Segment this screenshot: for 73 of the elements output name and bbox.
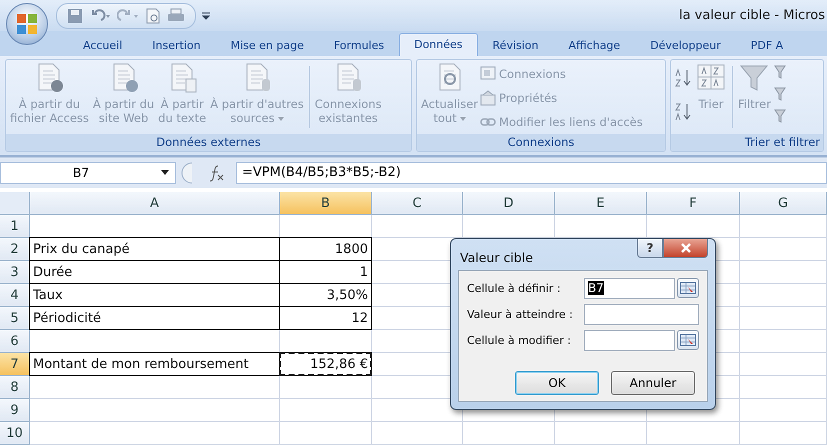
ribbon-tab[interactable]: Insertion bbox=[137, 34, 216, 56]
input-field[interactable] bbox=[584, 330, 676, 350]
dialog-button[interactable]: OK bbox=[515, 371, 599, 395]
column-header[interactable]: A bbox=[30, 192, 280, 215]
clear-filter-icon[interactable] bbox=[772, 64, 787, 80]
group-label: Trier et filtrer bbox=[671, 134, 823, 151]
group-label: Données externes bbox=[6, 134, 411, 151]
ribbon-tab[interactable]: Mise en page bbox=[216, 34, 319, 56]
field-label: Valeur à atteindre : bbox=[467, 308, 574, 320]
column-header[interactable]: E bbox=[555, 192, 647, 215]
row-header[interactable]: 5 bbox=[0, 307, 30, 330]
column-header[interactable]: B bbox=[280, 192, 372, 215]
collapse-dialog-button[interactable] bbox=[677, 278, 700, 298]
column-header[interactable]: G bbox=[740, 192, 827, 215]
save-icon[interactable] bbox=[67, 8, 83, 24]
office-logo-icon bbox=[16, 13, 38, 35]
input-field[interactable]: B7 bbox=[584, 278, 676, 298]
row-header[interactable]: 10 bbox=[0, 422, 30, 445]
undo-icon[interactable] bbox=[89, 8, 111, 24]
connections-icon bbox=[480, 66, 496, 82]
column-header[interactable]: F bbox=[647, 192, 740, 215]
printer-icon[interactable] bbox=[167, 8, 185, 24]
properties-icon bbox=[480, 90, 496, 106]
row-header[interactable]: 4 bbox=[0, 284, 30, 307]
range-select-icon bbox=[680, 334, 696, 346]
collapse-dialog-button[interactable] bbox=[677, 330, 700, 350]
table-cell: Périodicité bbox=[29, 306, 280, 330]
caret-icon bbox=[278, 116, 284, 121]
name-box[interactable]: B7 bbox=[0, 162, 176, 184]
column-header[interactable]: D bbox=[463, 192, 555, 215]
row-header[interactable]: 2 bbox=[0, 238, 30, 261]
field-label: Cellule à définir : bbox=[467, 282, 562, 294]
ribbon-tab[interactable]: Développeur bbox=[635, 34, 736, 56]
redo-icon[interactable] bbox=[117, 8, 139, 24]
table-cell: 1800 bbox=[279, 237, 372, 261]
table-cell: Montant de mon remboursement bbox=[29, 352, 280, 376]
chain-link-icon bbox=[480, 116, 496, 127]
row-header[interactable]: 8 bbox=[0, 376, 30, 399]
formula-field[interactable]: =VPM(B4/B5;B3*B5;-B2) bbox=[236, 162, 827, 184]
select-all-button[interactable] bbox=[0, 192, 30, 215]
close-button[interactable] bbox=[663, 239, 708, 258]
dropdown-caret-icon[interactable] bbox=[161, 170, 169, 176]
dialog-button[interactable]: Annuler bbox=[611, 371, 695, 395]
close-icon bbox=[680, 243, 690, 253]
row-header[interactable]: 7 bbox=[0, 353, 30, 376]
group-label: Connexions bbox=[417, 134, 665, 151]
field-label: Cellule à modifier : bbox=[467, 334, 572, 346]
ribbon-tab[interactable]: Révision bbox=[478, 34, 554, 56]
caret-icon bbox=[460, 116, 466, 121]
ribbon-tab[interactable]: Formules bbox=[318, 34, 400, 56]
sort-ascending-icon[interactable] bbox=[673, 68, 693, 88]
window-title: la valeur cible - Micros bbox=[678, 8, 826, 24]
ribbon-tab[interactable]: PDF A bbox=[736, 34, 798, 56]
row-header[interactable]: 1 bbox=[0, 215, 30, 238]
sort-descending-icon[interactable] bbox=[673, 102, 693, 122]
table-cell: 12 bbox=[279, 306, 372, 330]
ribbon-tab[interactable]: Affichage bbox=[554, 34, 636, 56]
ribbon-tab[interactable]: Données bbox=[399, 32, 478, 56]
input-field[interactable] bbox=[584, 304, 699, 324]
reapply-filter-icon[interactable] bbox=[772, 86, 787, 102]
row-header[interactable]: 3 bbox=[0, 261, 30, 284]
table-cell: 152,86 € bbox=[279, 352, 372, 376]
row-header[interactable]: 9 bbox=[0, 399, 30, 422]
table-cell: Prix du canapé bbox=[29, 237, 280, 261]
dialog-title: Valeur cible bbox=[460, 250, 533, 265]
row-header[interactable]: 6 bbox=[0, 330, 30, 353]
advanced-filter-icon[interactable] bbox=[772, 108, 787, 124]
print-preview-icon[interactable] bbox=[145, 8, 161, 24]
column-header[interactable]: C bbox=[372, 192, 463, 215]
ribbon-tab[interactable]: Accueil bbox=[68, 34, 138, 56]
help-button[interactable]: ? bbox=[637, 239, 663, 258]
customize-caret-icon[interactable] bbox=[202, 12, 210, 20]
range-select-icon bbox=[680, 282, 696, 294]
